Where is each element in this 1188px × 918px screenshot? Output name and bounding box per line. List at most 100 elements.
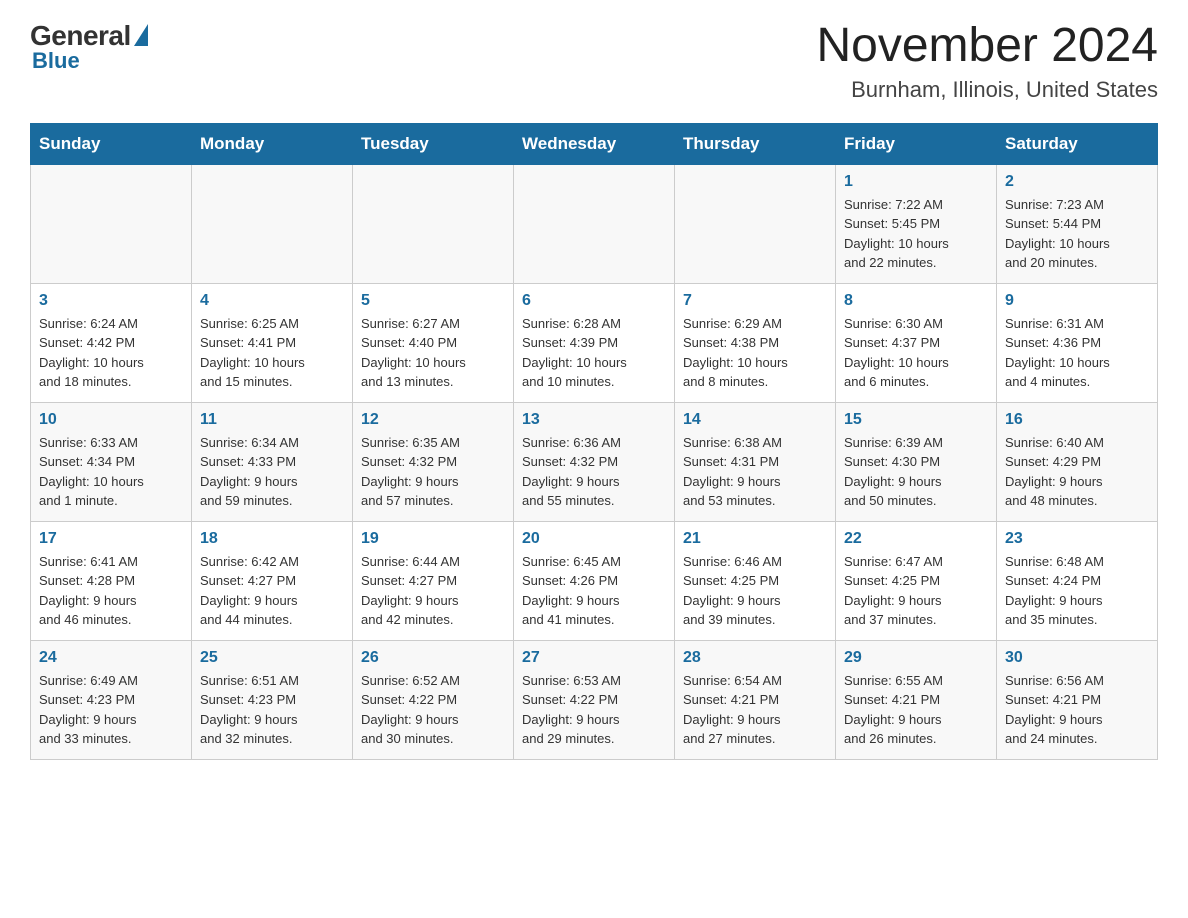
- calendar-header-row: SundayMondayTuesdayWednesdayThursdayFrid…: [31, 123, 1158, 164]
- day-number: 8: [844, 292, 988, 310]
- calendar-cell: 14 Sunrise: 6:38 AMSunset: 4:31 PMDayligh…: [675, 402, 836, 521]
- calendar-cell: 7 Sunrise: 6:29 AMSunset: 4:38 PMDaylight…: [675, 283, 836, 402]
- day-info: Sunrise: 6:25 AMSunset: 4:41 PMDaylight:…: [200, 314, 344, 392]
- calendar-header-friday: Friday: [836, 123, 997, 164]
- logo: General Blue: [30, 20, 148, 74]
- day-number: 10: [39, 411, 183, 429]
- day-number: 21: [683, 530, 827, 548]
- calendar-subtitle: Burnham, Illinois, United States: [816, 77, 1158, 103]
- day-number: 1: [844, 173, 988, 191]
- day-number: 18: [200, 530, 344, 548]
- calendar-cell: 8 Sunrise: 6:30 AMSunset: 4:37 PMDaylight…: [836, 283, 997, 402]
- calendar-cell: 18 Sunrise: 6:42 AMSunset: 4:27 PMDayligh…: [192, 521, 353, 640]
- day-info: Sunrise: 6:33 AMSunset: 4:34 PMDaylight:…: [39, 433, 183, 511]
- day-info: Sunrise: 6:52 AMSunset: 4:22 PMDaylight:…: [361, 671, 505, 749]
- day-number: 22: [844, 530, 988, 548]
- day-number: 30: [1005, 649, 1149, 667]
- calendar-cell: 27 Sunrise: 6:53 AMSunset: 4:22 PMDayligh…: [514, 640, 675, 759]
- calendar-cell: 9 Sunrise: 6:31 AMSunset: 4:36 PMDaylight…: [997, 283, 1158, 402]
- calendar-cell: [353, 164, 514, 283]
- day-number: 9: [1005, 292, 1149, 310]
- calendar-header-sunday: Sunday: [31, 123, 192, 164]
- day-number: 27: [522, 649, 666, 667]
- calendar-cell: 15 Sunrise: 6:39 AMSunset: 4:30 PMDayligh…: [836, 402, 997, 521]
- day-info: Sunrise: 6:38 AMSunset: 4:31 PMDaylight:…: [683, 433, 827, 511]
- day-info: Sunrise: 6:35 AMSunset: 4:32 PMDaylight:…: [361, 433, 505, 511]
- calendar-cell: 4 Sunrise: 6:25 AMSunset: 4:41 PMDaylight…: [192, 283, 353, 402]
- day-number: 11: [200, 411, 344, 429]
- day-info: Sunrise: 6:46 AMSunset: 4:25 PMDaylight:…: [683, 552, 827, 630]
- calendar-cell: 12 Sunrise: 6:35 AMSunset: 4:32 PMDayligh…: [353, 402, 514, 521]
- page-header: General Blue November 2024 Burnham, Illi…: [30, 20, 1158, 103]
- day-info: Sunrise: 7:23 AMSunset: 5:44 PMDaylight:…: [1005, 195, 1149, 273]
- day-info: Sunrise: 6:49 AMSunset: 4:23 PMDaylight:…: [39, 671, 183, 749]
- day-info: Sunrise: 7:22 AMSunset: 5:45 PMDaylight:…: [844, 195, 988, 273]
- day-number: 2: [1005, 173, 1149, 191]
- day-number: 14: [683, 411, 827, 429]
- day-info: Sunrise: 6:51 AMSunset: 4:23 PMDaylight:…: [200, 671, 344, 749]
- day-info: Sunrise: 6:29 AMSunset: 4:38 PMDaylight:…: [683, 314, 827, 392]
- calendar-header-thursday: Thursday: [675, 123, 836, 164]
- day-number: 4: [200, 292, 344, 310]
- logo-triangle-icon: [134, 24, 148, 46]
- day-info: Sunrise: 6:54 AMSunset: 4:21 PMDaylight:…: [683, 671, 827, 749]
- day-info: Sunrise: 6:27 AMSunset: 4:40 PMDaylight:…: [361, 314, 505, 392]
- calendar-cell: 17Sunrise: 6:41 AMSunset: 4:28 PMDayligh…: [31, 521, 192, 640]
- calendar-cell: 2 Sunrise: 7:23 AMSunset: 5:44 PMDaylight…: [997, 164, 1158, 283]
- day-number: 20: [522, 530, 666, 548]
- calendar-week-row: 3Sunrise: 6:24 AMSunset: 4:42 PMDaylight…: [31, 283, 1158, 402]
- calendar-cell: 29 Sunrise: 6:55 AMSunset: 4:21 PMDayligh…: [836, 640, 997, 759]
- day-number: 25: [200, 649, 344, 667]
- day-info: Sunrise: 6:28 AMSunset: 4:39 PMDaylight:…: [522, 314, 666, 392]
- day-info: Sunrise: 6:47 AMSunset: 4:25 PMDaylight:…: [844, 552, 988, 630]
- calendar-cell: 21 Sunrise: 6:46 AMSunset: 4:25 PMDayligh…: [675, 521, 836, 640]
- day-number: 17: [39, 530, 183, 548]
- day-number: 15: [844, 411, 988, 429]
- calendar-cell: [31, 164, 192, 283]
- day-number: 12: [361, 411, 505, 429]
- calendar-table: SundayMondayTuesdayWednesdayThursdayFrid…: [30, 123, 1158, 760]
- calendar-cell: 28 Sunrise: 6:54 AMSunset: 4:21 PMDayligh…: [675, 640, 836, 759]
- calendar-cell: 16Sunrise: 6:40 AMSunset: 4:29 PMDayligh…: [997, 402, 1158, 521]
- day-number: 19: [361, 530, 505, 548]
- day-info: Sunrise: 6:30 AMSunset: 4:37 PMDaylight:…: [844, 314, 988, 392]
- calendar-header-tuesday: Tuesday: [353, 123, 514, 164]
- day-number: 29: [844, 649, 988, 667]
- day-info: Sunrise: 6:42 AMSunset: 4:27 PMDaylight:…: [200, 552, 344, 630]
- day-info: Sunrise: 6:56 AMSunset: 4:21 PMDaylight:…: [1005, 671, 1149, 749]
- calendar-cell: [192, 164, 353, 283]
- day-info: Sunrise: 6:39 AMSunset: 4:30 PMDaylight:…: [844, 433, 988, 511]
- calendar-cell: 22 Sunrise: 6:47 AMSunset: 4:25 PMDayligh…: [836, 521, 997, 640]
- day-number: 7: [683, 292, 827, 310]
- day-number: 13: [522, 411, 666, 429]
- day-info: Sunrise: 6:24 AMSunset: 4:42 PMDaylight:…: [39, 314, 183, 392]
- calendar-week-row: 24Sunrise: 6:49 AMSunset: 4:23 PMDayligh…: [31, 640, 1158, 759]
- day-info: Sunrise: 6:31 AMSunset: 4:36 PMDaylight:…: [1005, 314, 1149, 392]
- day-info: Sunrise: 6:44 AMSunset: 4:27 PMDaylight:…: [361, 552, 505, 630]
- calendar-cell: [514, 164, 675, 283]
- logo-blue-text: Blue: [32, 48, 80, 74]
- calendar-cell: [675, 164, 836, 283]
- calendar-cell: 10 Sunrise: 6:33 AMSunset: 4:34 PMDayligh…: [31, 402, 192, 521]
- calendar-week-row: 17Sunrise: 6:41 AMSunset: 4:28 PMDayligh…: [31, 521, 1158, 640]
- day-info: Sunrise: 6:48 AMSunset: 4:24 PMDaylight:…: [1005, 552, 1149, 630]
- day-info: Sunrise: 6:55 AMSunset: 4:21 PMDaylight:…: [844, 671, 988, 749]
- calendar-header-wednesday: Wednesday: [514, 123, 675, 164]
- day-number: 6: [522, 292, 666, 310]
- day-number: 5: [361, 292, 505, 310]
- calendar-cell: 23Sunrise: 6:48 AMSunset: 4:24 PMDayligh…: [997, 521, 1158, 640]
- title-area: November 2024 Burnham, Illinois, United …: [816, 20, 1158, 103]
- day-number: 26: [361, 649, 505, 667]
- calendar-cell: 30 Sunrise: 6:56 AMSunset: 4:21 PMDayligh…: [997, 640, 1158, 759]
- day-info: Sunrise: 6:53 AMSunset: 4:22 PMDaylight:…: [522, 671, 666, 749]
- calendar-header-monday: Monday: [192, 123, 353, 164]
- day-number: 16: [1005, 411, 1149, 429]
- day-number: 28: [683, 649, 827, 667]
- day-info: Sunrise: 6:36 AMSunset: 4:32 PMDaylight:…: [522, 433, 666, 511]
- calendar-cell: 24Sunrise: 6:49 AMSunset: 4:23 PMDayligh…: [31, 640, 192, 759]
- calendar-cell: 19 Sunrise: 6:44 AMSunset: 4:27 PMDayligh…: [353, 521, 514, 640]
- calendar-cell: 11 Sunrise: 6:34 AMSunset: 4:33 PMDayligh…: [192, 402, 353, 521]
- day-info: Sunrise: 6:34 AMSunset: 4:33 PMDaylight:…: [200, 433, 344, 511]
- calendar-cell: 13 Sunrise: 6:36 AMSunset: 4:32 PMDayligh…: [514, 402, 675, 521]
- calendar-cell: 25 Sunrise: 6:51 AMSunset: 4:23 PMDayligh…: [192, 640, 353, 759]
